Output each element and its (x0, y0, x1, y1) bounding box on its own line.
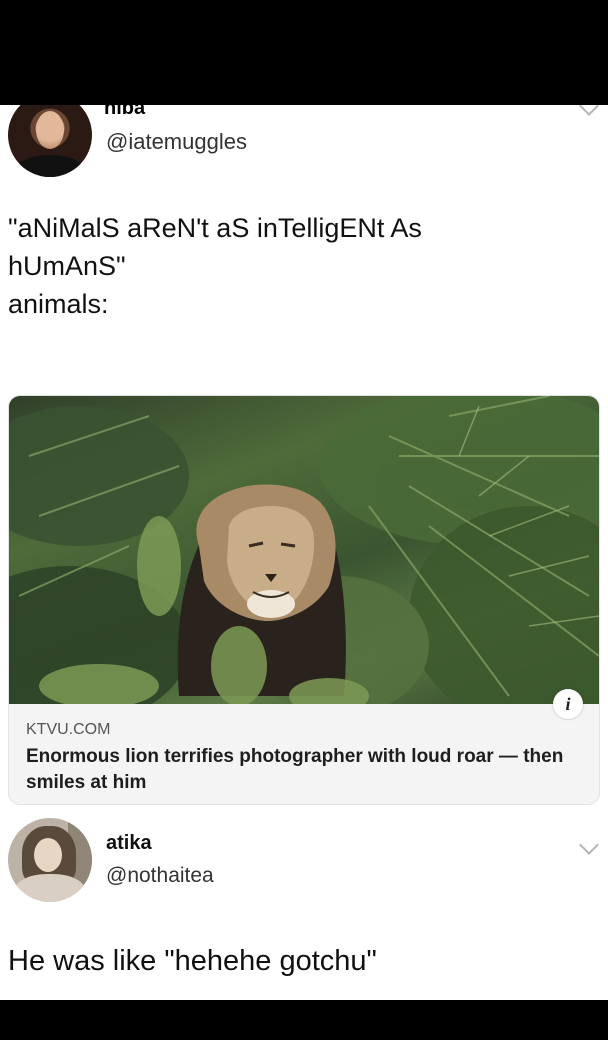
author-handle[interactable]: @iatemuggles (106, 129, 247, 155)
avatar-body (14, 874, 86, 902)
lion-photo (9, 396, 599, 704)
tweet-text-line: "aNiMalS aReN't aS inTelligENt As (8, 213, 422, 243)
tweet-thread: hiba @iatemuggles "aNiMalS aReN't aS inT… (0, 105, 608, 1000)
top-black-bar (0, 0, 608, 105)
reply-text: He was like "hehehe gotchu" (8, 945, 377, 977)
reply-avatar[interactable] (8, 818, 92, 902)
reply-author-handle[interactable]: @nothaitea (106, 864, 214, 888)
avatar-face (34, 838, 62, 872)
author-name[interactable]: hiba (104, 105, 145, 120)
avatar[interactable] (8, 105, 92, 177)
link-card[interactable]: i KTVU.COM Enormous lion terrifies photo… (8, 395, 600, 805)
chevron-down-icon[interactable] (579, 105, 599, 116)
avatar-shirt (16, 155, 84, 177)
card-domain: KTVU.COM (26, 721, 111, 738)
lion-photo-drawing (9, 396, 599, 704)
info-icon[interactable]: i (553, 689, 583, 719)
card-title[interactable]: Enormous lion terrifies photographer wit… (26, 744, 591, 796)
chevron-down-icon[interactable] (579, 835, 599, 855)
tweet-text-line: hUmAnS" (8, 251, 126, 281)
tweet-text-line: animals: (8, 289, 109, 319)
tweet-text: "aNiMalS aReN't aS inTelligENt As hUmAnS… (8, 209, 598, 323)
avatar-face (36, 111, 64, 149)
bottom-black-bar (0, 1000, 608, 1040)
reply-author-name[interactable]: atika (106, 832, 152, 855)
